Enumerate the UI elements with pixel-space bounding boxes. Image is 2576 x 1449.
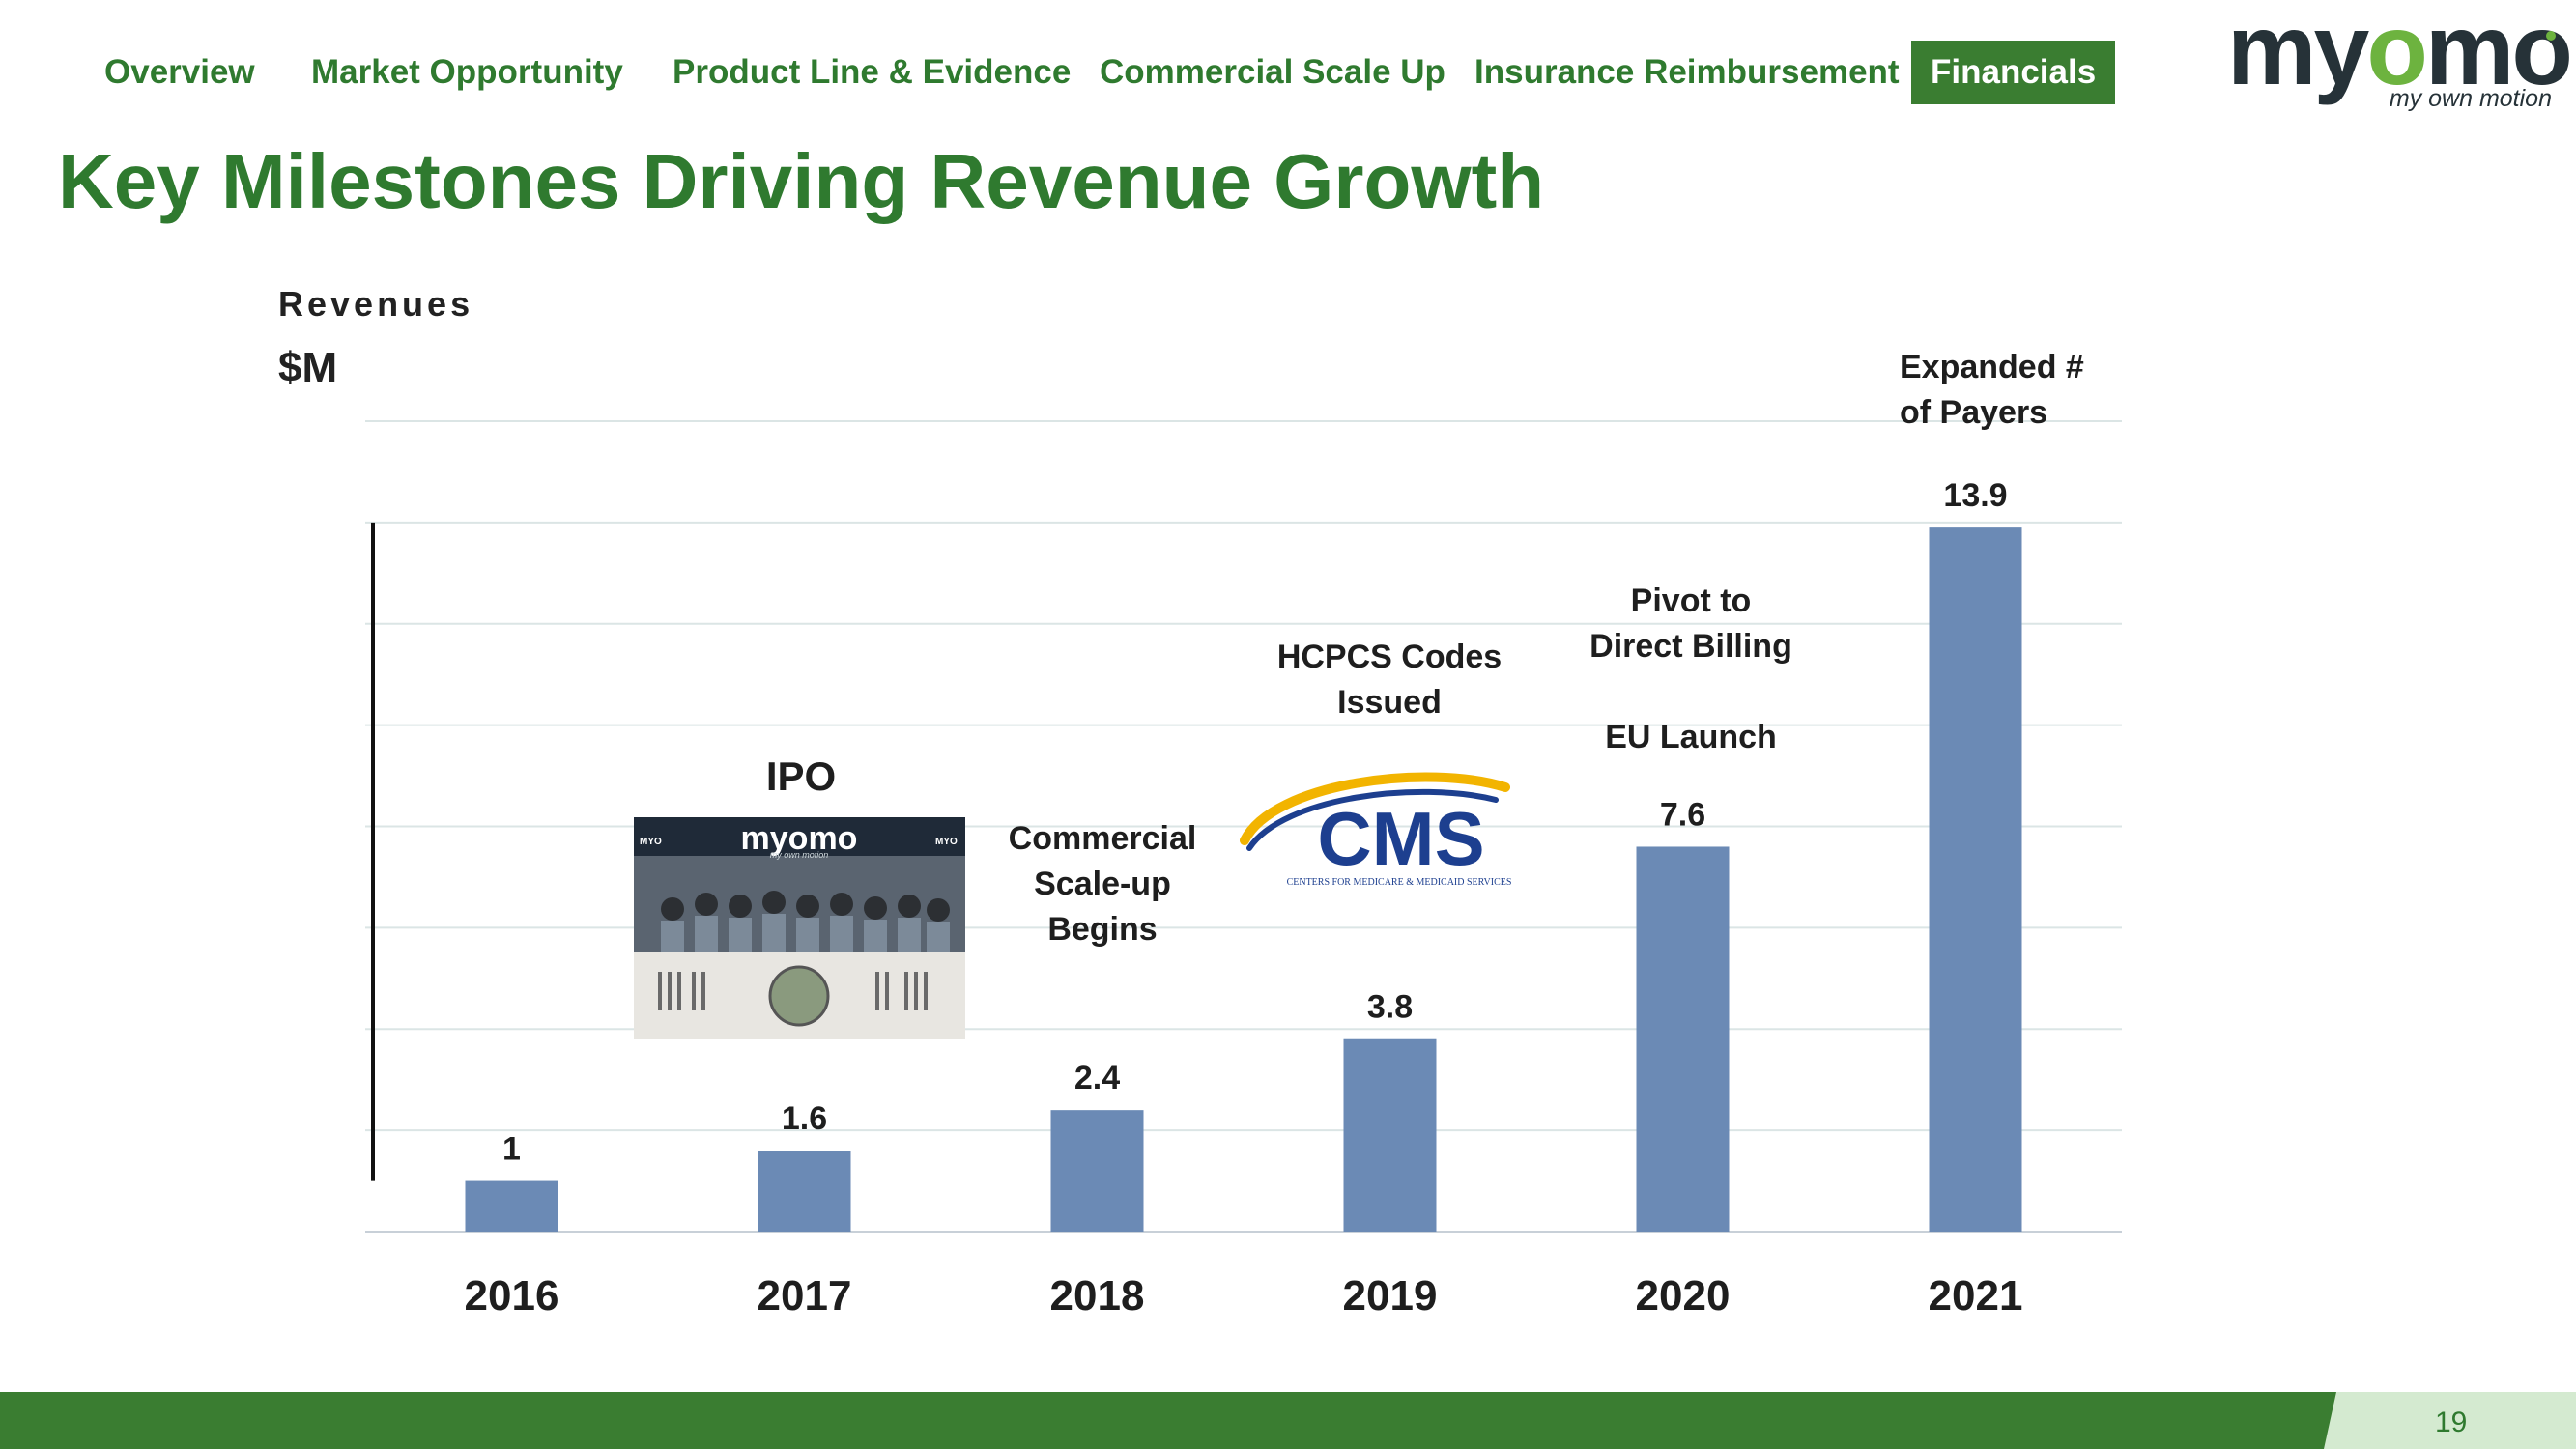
annotation-ipo: IPO [765, 753, 837, 799]
ipo-photo: myomo my own motion MYO MYO [634, 817, 965, 1039]
annotation-line: Scale-up [1034, 866, 1171, 902]
bar-2017 [758, 1151, 851, 1232]
cms-logo-subtitle: CENTERS FOR MEDICARE & MEDICAID SERVICES [1287, 877, 1512, 888]
ipo-photo-banner-sub: my own motion [770, 850, 829, 860]
annotation-hcpcs-codes: HCPCS Codes Issued [1277, 635, 1502, 725]
annotation-expanded-payers: Expanded # of Payers [1900, 345, 2084, 436]
data-label-2019: 3.8 [1367, 989, 1413, 1026]
x-tick-2019: 2019 [1343, 1272, 1438, 1320]
data-label-2018: 2.4 [1074, 1060, 1120, 1096]
bar-2020 [1636, 846, 1730, 1232]
footer-bar [0, 1392, 2576, 1449]
data-label-2016: 1 [502, 1131, 521, 1168]
x-tick-2020: 2020 [1636, 1272, 1731, 1320]
data-label-2021: 13.9 [1943, 477, 2007, 514]
annotation-line: Begins [1047, 911, 1158, 948]
footer-accent [2324, 1392, 2576, 1449]
bar-2016 [465, 1180, 558, 1232]
annotation-line: of Payers [1900, 394, 2048, 431]
x-tick-2021: 2021 [1929, 1272, 2023, 1320]
annotation-line: Commercial [1008, 820, 1197, 857]
annotation-line: HCPCS Codes [1276, 639, 1503, 675]
annotation-commercial-scale-up: Commercial Scale-up Begins [1009, 816, 1197, 952]
annotation-line: Direct Billing [1589, 628, 1792, 665]
ipo-photo-side-text-right: MYO [935, 837, 958, 847]
page-number: 19 [2435, 1406, 2468, 1438]
x-tick-2018: 2018 [1050, 1272, 1145, 1320]
cms-logo: CMS CENTERS FOR MEDICARE & MEDICAID SERV… [1240, 772, 1512, 888]
bar-2021 [1929, 527, 2022, 1232]
bar-2019 [1343, 1038, 1437, 1232]
annotation-eu-launch: EU Launch [1605, 719, 1777, 755]
x-tick-2016: 2016 [465, 1272, 559, 1320]
annotation-pivot-direct-billing: Pivot to Direct Billing [1589, 579, 1792, 669]
x-tick-2017: 2017 [758, 1272, 852, 1320]
cms-logo-mark: CMS [1317, 796, 1484, 881]
data-label-2017: 1.6 [782, 1100, 827, 1137]
data-label-2020: 7.6 [1660, 796, 1705, 833]
bar-2018 [1050, 1110, 1144, 1232]
ipo-photo-side-text-left: MYO [640, 837, 662, 847]
annotation-line: Expanded # [1900, 349, 2084, 385]
annotation-line: Pivot to [1630, 582, 1752, 619]
annotation-line: Issued [1337, 684, 1442, 721]
